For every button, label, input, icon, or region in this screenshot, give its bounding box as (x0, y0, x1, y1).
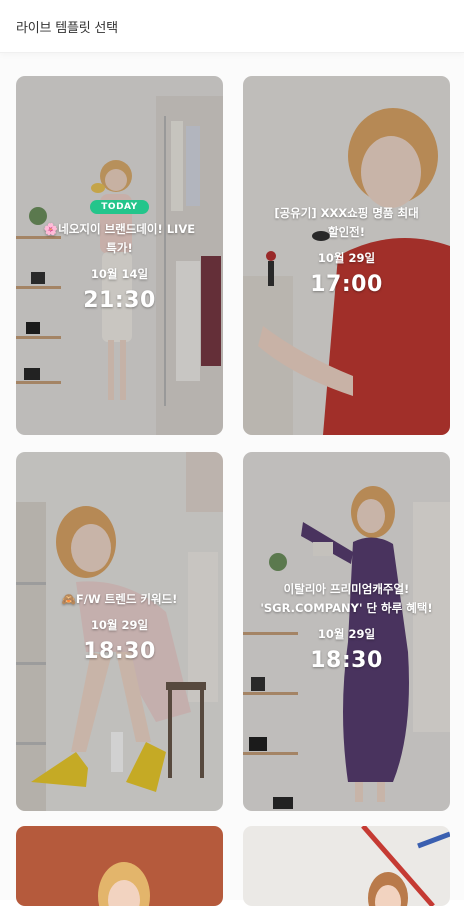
live-time: 17:00 (310, 272, 383, 297)
card-3-info: 🙈F/W 트렌드 키워드! 10월 29일 18:30 (16, 590, 223, 664)
live-title: 🌸네오지이 브랜드데이! LIVE 특가! (43, 222, 196, 255)
page-header: 라이브 템플릿 선택 (0, 0, 464, 53)
live-date: 10월 14일 (90, 267, 149, 281)
live-title: [공유기] XXX쇼핑 명품 최대 할인전! (274, 206, 419, 239)
card-5-photo (16, 826, 223, 906)
template-card-6[interactable] (243, 826, 450, 906)
live-time: 18:30 (83, 639, 156, 664)
card-4-info: 이탈리아 프리미엄캐주얼! 'SGR.COMPANY' 단 하루 혜택! 10월… (243, 580, 450, 673)
live-date: 10월 29일 (90, 618, 149, 632)
card-6-photo (243, 826, 450, 906)
template-card-4[interactable]: 이탈리아 프리미엄캐주얼! 'SGR.COMPANY' 단 하루 혜택! 10월… (243, 452, 450, 811)
live-time: 18:30 (310, 648, 383, 673)
live-date: 10월 29일 (317, 627, 376, 641)
live-time: 21:30 (83, 288, 156, 313)
today-badge: TODAY (90, 200, 149, 214)
template-card-2[interactable]: [공유기] XXX쇼핑 명품 최대 할인전! 10월 29일 17:00 (243, 76, 450, 435)
template-card-1[interactable]: TODAY 🌸네오지이 브랜드데이! LIVE 특가! 10월 14일 21:3… (16, 76, 223, 435)
template-card-5[interactable] (16, 826, 223, 906)
live-title: 이탈리아 프리미엄캐주얼! 'SGR.COMPANY' 단 하루 혜택! (260, 582, 433, 615)
page-title: 라이브 템플릿 선택 (16, 21, 118, 36)
card-2-info: [공유기] XXX쇼핑 명품 최대 할인전! 10월 29일 17:00 (243, 204, 450, 297)
card-1-info: TODAY 🌸네오지이 브랜드데이! LIVE 특가! 10월 14일 21:3… (16, 194, 223, 313)
template-card-3[interactable]: 🙈F/W 트렌드 키워드! 10월 29일 18:30 (16, 452, 223, 811)
live-date: 10월 29일 (317, 251, 376, 265)
live-title: 🙈F/W 트렌드 키워드! (61, 592, 178, 606)
template-grid: TODAY 🌸네오지이 브랜드데이! LIVE 특가! 10월 14일 21:3… (0, 52, 464, 906)
